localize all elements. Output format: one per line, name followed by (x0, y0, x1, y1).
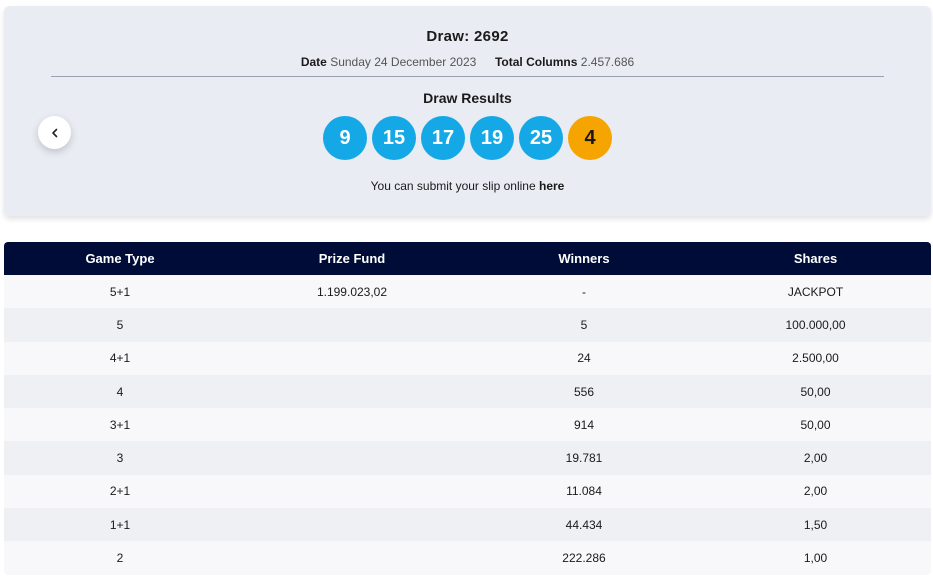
cell-prize-fund (236, 308, 468, 341)
draw-balls: 9 15 17 19 25 4 (4, 116, 931, 160)
header-prize-fund: Prize Fund (318, 251, 386, 266)
cell-game-type: 4+1 (109, 351, 131, 366)
cell-shares: 2,00 (803, 484, 828, 499)
cell-winners: - (582, 284, 586, 299)
cell-winners: 19.781 (565, 451, 603, 466)
cell-winners: 222.286 (562, 551, 606, 566)
cell-shares: 2.500,00 (792, 351, 839, 366)
date-label: Date (300, 55, 327, 69)
total-columns-value: 2.457.686 (580, 55, 635, 69)
cell-shares: 2,00 (803, 451, 828, 466)
header-winners: Winners (558, 251, 610, 266)
cell-winners: 24 (577, 351, 591, 366)
divider (51, 76, 884, 77)
cell-winners: 556 (573, 384, 595, 399)
table-row: 4+1 24 2.500,00 (4, 341, 931, 375)
header-game-type: Game Type (85, 251, 155, 266)
cell-shares: 100.000,00 (785, 317, 846, 332)
cell-winners: 5 (580, 317, 588, 332)
cell-game-type: 3 (116, 451, 124, 466)
draw-results-title: Draw Results (423, 90, 512, 106)
chevron-left-icon (51, 128, 57, 137)
cell-prize-fund (236, 441, 468, 474)
cell-shares: 50,00 (800, 417, 831, 432)
table-header-row: Game Type Prize Fund Winners Shares (4, 242, 931, 275)
cell-prize-fund (236, 342, 468, 375)
submit-text: You can submit your slip online (370, 179, 536, 193)
prize-breakdown-table: Game Type Prize Fund Winners Shares 5+1 … (4, 242, 931, 575)
cell-prize-fund (236, 541, 468, 574)
cell-game-type: 5+1 (109, 284, 131, 299)
cell-winners: 914 (573, 417, 595, 432)
bonus-ball: 4 (568, 116, 612, 160)
number-ball: 15 (372, 116, 416, 160)
submit-slip-line: You can submit your slip online here (4, 179, 931, 193)
submit-here-link[interactable]: here (539, 179, 564, 193)
cell-game-type: 4 (116, 384, 124, 399)
cell-game-type: 5 (116, 317, 124, 332)
cell-prize-fund: 1.199.023,02 (316, 284, 388, 299)
table-row: 5 5 100.000,00 (4, 308, 931, 342)
cell-shares: JACKPOT (787, 284, 844, 299)
table-row: 1+1 44.434 1,50 (4, 508, 931, 542)
header-shares: Shares (793, 251, 838, 266)
cell-shares: 1,00 (803, 551, 828, 566)
draw-summary-card: Draw: 2692 Date Sunday 24 December 2023 … (4, 6, 931, 216)
number-ball: 17 (421, 116, 465, 160)
table-row: 2 222.286 1,00 (4, 541, 931, 575)
number-ball: 9 (323, 116, 367, 160)
cell-prize-fund (236, 508, 468, 541)
total-columns-label: Total Columns (494, 55, 578, 69)
cell-prize-fund (236, 375, 468, 408)
number-ball: 25 (519, 116, 563, 160)
draw-meta: Date Sunday 24 December 2023 Total Colum… (4, 55, 931, 69)
cell-shares: 1,50 (803, 517, 828, 532)
table-row: 4 556 50,00 (4, 374, 931, 409)
date-value: Sunday 24 December 2023 (330, 55, 477, 69)
cell-game-type: 2 (116, 551, 124, 566)
table-row: 3 19.781 2,00 (4, 441, 931, 475)
cell-prize-fund (236, 475, 468, 508)
cell-winners: 11.084 (566, 484, 602, 499)
number-ball: 19 (470, 116, 514, 160)
cell-prize-fund (236, 408, 468, 441)
cell-game-type: 2+1 (109, 484, 131, 499)
cell-game-type: 3+1 (109, 417, 131, 432)
previous-draw-button[interactable] (38, 116, 71, 149)
table-row: 2+1 11.084 2,00 (4, 474, 931, 509)
draw-title: Draw: 2692 (426, 28, 509, 45)
cell-shares: 50,00 (800, 384, 831, 399)
cell-winners: 44.434 (565, 517, 603, 532)
table-row: 3+1 914 50,00 (4, 408, 931, 442)
cell-game-type: 1+1 (109, 517, 131, 532)
table-row: 5+1 1.199.023,02 - JACKPOT (4, 275, 931, 309)
